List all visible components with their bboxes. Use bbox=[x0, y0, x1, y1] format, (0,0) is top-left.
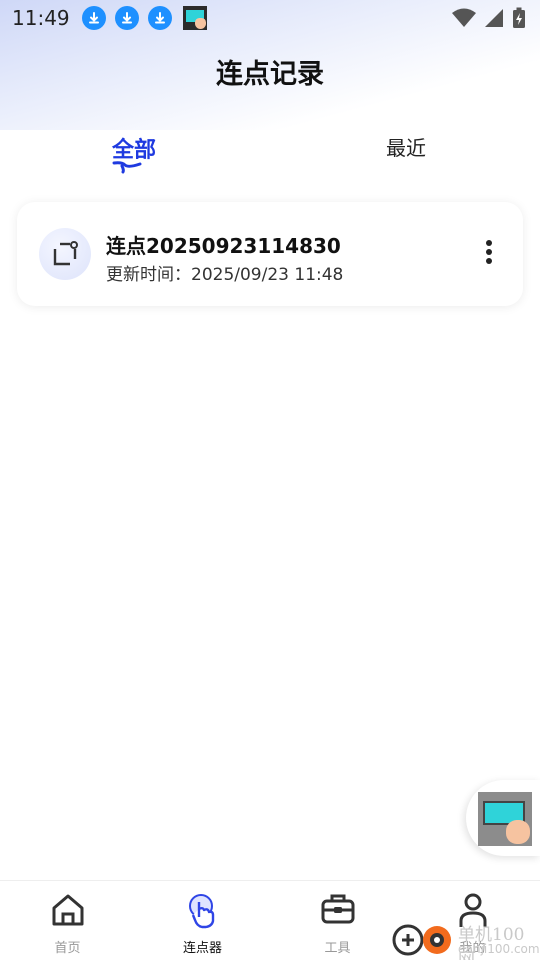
more-options-icon[interactable] bbox=[483, 240, 495, 270]
battery-icon bbox=[513, 7, 525, 28]
nav-item-home[interactable]: 首页 bbox=[0, 881, 135, 960]
tap-finger-icon bbox=[188, 894, 214, 929]
nav-label-tools: 工具 bbox=[324, 941, 351, 956]
tab-recent[interactable]: 最近 bbox=[386, 132, 426, 161]
nav-label-home: 首页 bbox=[54, 941, 81, 956]
status-indicators bbox=[452, 7, 526, 29]
status-bar: 11:49 bbox=[0, 0, 540, 36]
record-time-label: 更新时间： bbox=[106, 265, 191, 285]
tab-active-indicator bbox=[112, 161, 142, 174]
download-notification-icon bbox=[114, 6, 139, 30]
watermark-site: danji100.com bbox=[458, 942, 540, 956]
watermark-logo-icon bbox=[392, 924, 451, 956]
status-time: 11:49 bbox=[12, 6, 70, 30]
download-notification-icon bbox=[81, 6, 106, 30]
wifi-icon bbox=[452, 8, 476, 27]
toolbox-icon bbox=[321, 894, 354, 924]
nav-item-tools[interactable]: 工具 bbox=[270, 881, 405, 960]
page-title: 连点记录 bbox=[216, 59, 324, 90]
connect-points-icon bbox=[53, 241, 78, 266]
record-updated-time: 更新时间：2025/09/23 11:48 bbox=[106, 260, 343, 285]
nav-item-clicker[interactable]: 连点器 bbox=[135, 881, 270, 960]
home-icon bbox=[52, 894, 83, 926]
signal-icon bbox=[485, 9, 503, 27]
record-name: 连点20250923114830 bbox=[106, 234, 341, 258]
record-time-value: 2025/09/23 11:48 bbox=[191, 265, 344, 285]
record-card[interactable]: 连点20250923114830 更新时间：2025/09/23 11:48 bbox=[17, 202, 523, 306]
app-notification-icon bbox=[182, 6, 207, 30]
nav-label-clicker: 连点器 bbox=[182, 941, 222, 956]
app-logo-icon bbox=[478, 792, 532, 846]
watermark: 单机100网 danji100.com bbox=[390, 918, 540, 960]
download-notification-icon bbox=[147, 6, 172, 30]
floating-clicker-bubble[interactable] bbox=[466, 780, 540, 856]
record-avatar bbox=[39, 228, 91, 280]
